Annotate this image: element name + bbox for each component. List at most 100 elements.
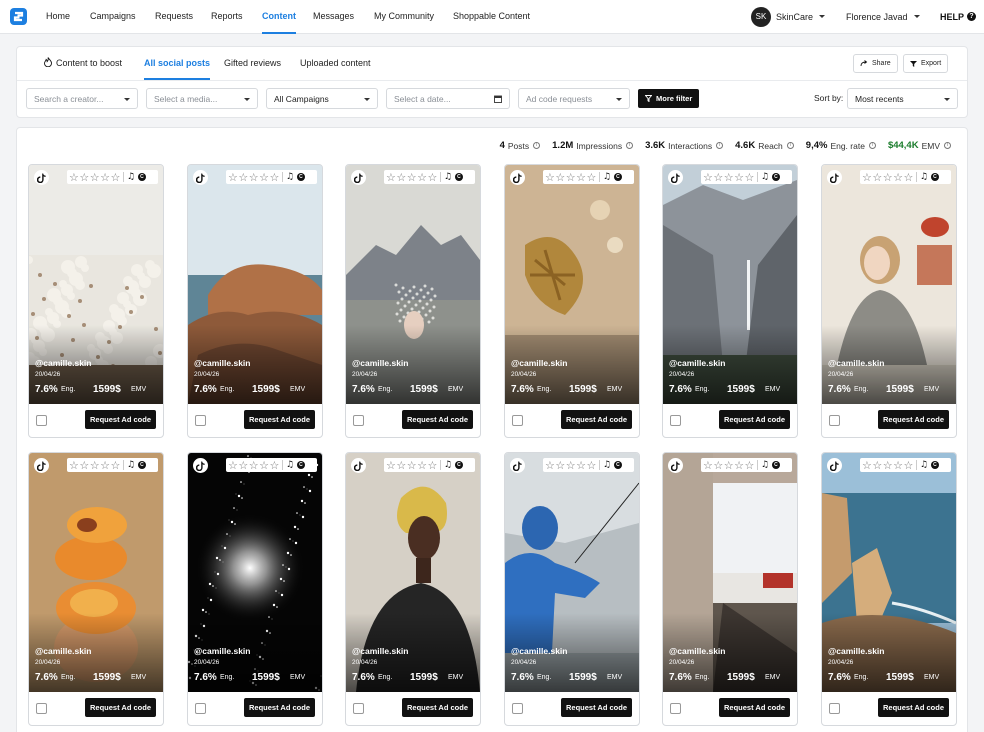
- creator-handle[interactable]: @camille.skin: [352, 358, 408, 368]
- star-icon[interactable]: ☆: [111, 172, 121, 183]
- request-ad-code-button[interactable]: Request Ad code: [561, 698, 632, 717]
- star-icon[interactable]: ☆: [555, 460, 565, 471]
- post-card[interactable]: ☆ ☆ ☆ ☆ ☆ ♫ C @camille.skin 20/04/26 7.6% En…: [504, 164, 640, 438]
- post-card[interactable]: ☆ ☆ ☆ ☆ ☆ ♫ C @camille.skin 20/04/26 7.6% En…: [345, 164, 481, 438]
- request-ad-code-button[interactable]: Request Ad code: [85, 410, 156, 429]
- share-button[interactable]: Share: [853, 54, 898, 73]
- campaign-select[interactable]: All Campaigns: [266, 88, 378, 109]
- star-icon[interactable]: ☆: [79, 460, 89, 471]
- star-icon[interactable]: ☆: [69, 172, 79, 183]
- creator-handle[interactable]: @camille.skin: [35, 646, 91, 656]
- star-icon[interactable]: ☆: [566, 172, 576, 183]
- star-icon[interactable]: ☆: [270, 460, 280, 471]
- select-checkbox[interactable]: [512, 703, 523, 714]
- star-icon[interactable]: ☆: [734, 172, 744, 183]
- request-ad-code-button[interactable]: Request Ad code: [85, 698, 156, 717]
- nav-reports[interactable]: Reports: [211, 0, 243, 34]
- post-card[interactable]: ☆ ☆ ☆ ☆ ☆ ♫ C @camille.skin 20/04/26 7.6% En…: [662, 452, 798, 726]
- star-icon[interactable]: ☆: [407, 172, 417, 183]
- star-icon[interactable]: ☆: [703, 172, 713, 183]
- select-checkbox[interactable]: [353, 703, 364, 714]
- star-icon[interactable]: ☆: [893, 172, 903, 183]
- star-icon[interactable]: ☆: [238, 172, 248, 183]
- star-icon[interactable]: ☆: [724, 460, 734, 471]
- tab-content-to-boost[interactable]: Content to boost: [44, 47, 122, 80]
- post-card[interactable]: ☆ ☆ ☆ ☆ ☆ ♫ C @camille.skin 20/04/26 7.6% En…: [28, 452, 164, 726]
- star-icon[interactable]: ☆: [396, 460, 406, 471]
- nav-requests[interactable]: Requests: [155, 0, 193, 34]
- post-card[interactable]: ☆ ☆ ☆ ☆ ☆ ♫ C @camille.skin 20/04/26 7.6% En…: [187, 164, 323, 438]
- post-card[interactable]: ☆ ☆ ☆ ☆ ☆ ♫ C @camille.skin 20/04/26 7.6% En…: [187, 452, 323, 726]
- star-icon[interactable]: ☆: [904, 172, 914, 183]
- star-icon[interactable]: ☆: [545, 172, 555, 183]
- star-icon[interactable]: ☆: [386, 172, 396, 183]
- tab-gifted-reviews[interactable]: Gifted reviews: [224, 47, 281, 80]
- export-button[interactable]: Export: [903, 54, 949, 73]
- creator-handle[interactable]: @camille.skin: [828, 646, 884, 656]
- star-icon[interactable]: ☆: [904, 460, 914, 471]
- star-icon[interactable]: ☆: [545, 460, 555, 471]
- star-icon[interactable]: ☆: [407, 460, 417, 471]
- creator-handle[interactable]: @camille.skin: [669, 646, 725, 656]
- star-icon[interactable]: ☆: [270, 172, 280, 183]
- select-checkbox[interactable]: [670, 415, 681, 426]
- creator-handle[interactable]: @camille.skin: [669, 358, 725, 368]
- nav-campaigns[interactable]: Campaigns: [90, 0, 136, 34]
- star-icon[interactable]: ☆: [566, 460, 576, 471]
- request-ad-code-button[interactable]: Request Ad code: [244, 410, 315, 429]
- help-button[interactable]: HELP ?: [940, 6, 977, 27]
- select-checkbox[interactable]: [195, 415, 206, 426]
- select-checkbox[interactable]: [353, 415, 364, 426]
- creator-handle[interactable]: @camille.skin: [194, 646, 250, 656]
- star-icon[interactable]: ☆: [587, 172, 597, 183]
- select-checkbox[interactable]: [36, 415, 47, 426]
- request-ad-code-button[interactable]: Request Ad code: [719, 698, 790, 717]
- request-ad-code-button[interactable]: Request Ad code: [402, 410, 473, 429]
- star-icon[interactable]: ☆: [893, 460, 903, 471]
- select-checkbox[interactable]: [512, 415, 523, 426]
- request-ad-code-button[interactable]: Request Ad code: [878, 410, 949, 429]
- star-icon[interactable]: ☆: [79, 172, 89, 183]
- star-icon[interactable]: ☆: [745, 172, 755, 183]
- request-ad-code-button[interactable]: Request Ad code: [561, 410, 632, 429]
- request-ad-code-button[interactable]: Request Ad code: [878, 698, 949, 717]
- star-icon[interactable]: ☆: [259, 460, 269, 471]
- select-checkbox[interactable]: [195, 703, 206, 714]
- star-icon[interactable]: ☆: [576, 172, 586, 183]
- star-icon[interactable]: ☆: [396, 172, 406, 183]
- star-icon[interactable]: ☆: [238, 460, 248, 471]
- request-ad-code-button[interactable]: Request Ad code: [402, 698, 473, 717]
- post-card[interactable]: ☆ ☆ ☆ ☆ ☆ ♫ C @camille.skin 20/04/26 7.6% En…: [662, 164, 798, 438]
- date-select[interactable]: Select a date...: [386, 88, 510, 109]
- star-icon[interactable]: ☆: [249, 460, 259, 471]
- creator-handle[interactable]: @camille.skin: [352, 646, 408, 656]
- star-icon[interactable]: ☆: [249, 172, 259, 183]
- star-icon[interactable]: ☆: [428, 172, 438, 183]
- star-icon[interactable]: ☆: [417, 460, 427, 471]
- creator-handle[interactable]: @camille.skin: [511, 358, 567, 368]
- post-card[interactable]: ☆ ☆ ☆ ☆ ☆ ♫ C @camille.skin 20/04/26 7.6% En…: [504, 452, 640, 726]
- creator-handle[interactable]: @camille.skin: [35, 358, 91, 368]
- star-icon[interactable]: ☆: [228, 172, 238, 183]
- media-select[interactable]: Select a media...: [146, 88, 258, 109]
- star-icon[interactable]: ☆: [745, 460, 755, 471]
- nav-my-community[interactable]: My Community: [374, 0, 434, 34]
- star-icon[interactable]: ☆: [386, 460, 396, 471]
- star-icon[interactable]: ☆: [100, 172, 110, 183]
- select-checkbox[interactable]: [829, 703, 840, 714]
- star-icon[interactable]: ☆: [111, 460, 121, 471]
- star-icon[interactable]: ☆: [69, 460, 79, 471]
- tab-uploaded-content[interactable]: Uploaded content: [300, 47, 371, 80]
- post-card[interactable]: ☆ ☆ ☆ ☆ ☆ ♫ C @camille.skin 20/04/26 7.6% En…: [345, 452, 481, 726]
- ad-code-requests-select[interactable]: Ad code requests: [518, 88, 630, 109]
- select-checkbox[interactable]: [829, 415, 840, 426]
- star-icon[interactable]: ☆: [259, 172, 269, 183]
- post-card[interactable]: ☆ ☆ ☆ ☆ ☆ ♫ C @camille.skin 20/04/26 7.6% En…: [821, 164, 957, 438]
- star-icon[interactable]: ☆: [862, 172, 872, 183]
- request-ad-code-button[interactable]: Request Ad code: [244, 698, 315, 717]
- star-icon[interactable]: ☆: [883, 172, 893, 183]
- star-icon[interactable]: ☆: [587, 460, 597, 471]
- creator-handle[interactable]: @camille.skin: [511, 646, 567, 656]
- star-icon[interactable]: ☆: [576, 460, 586, 471]
- star-icon[interactable]: ☆: [872, 172, 882, 183]
